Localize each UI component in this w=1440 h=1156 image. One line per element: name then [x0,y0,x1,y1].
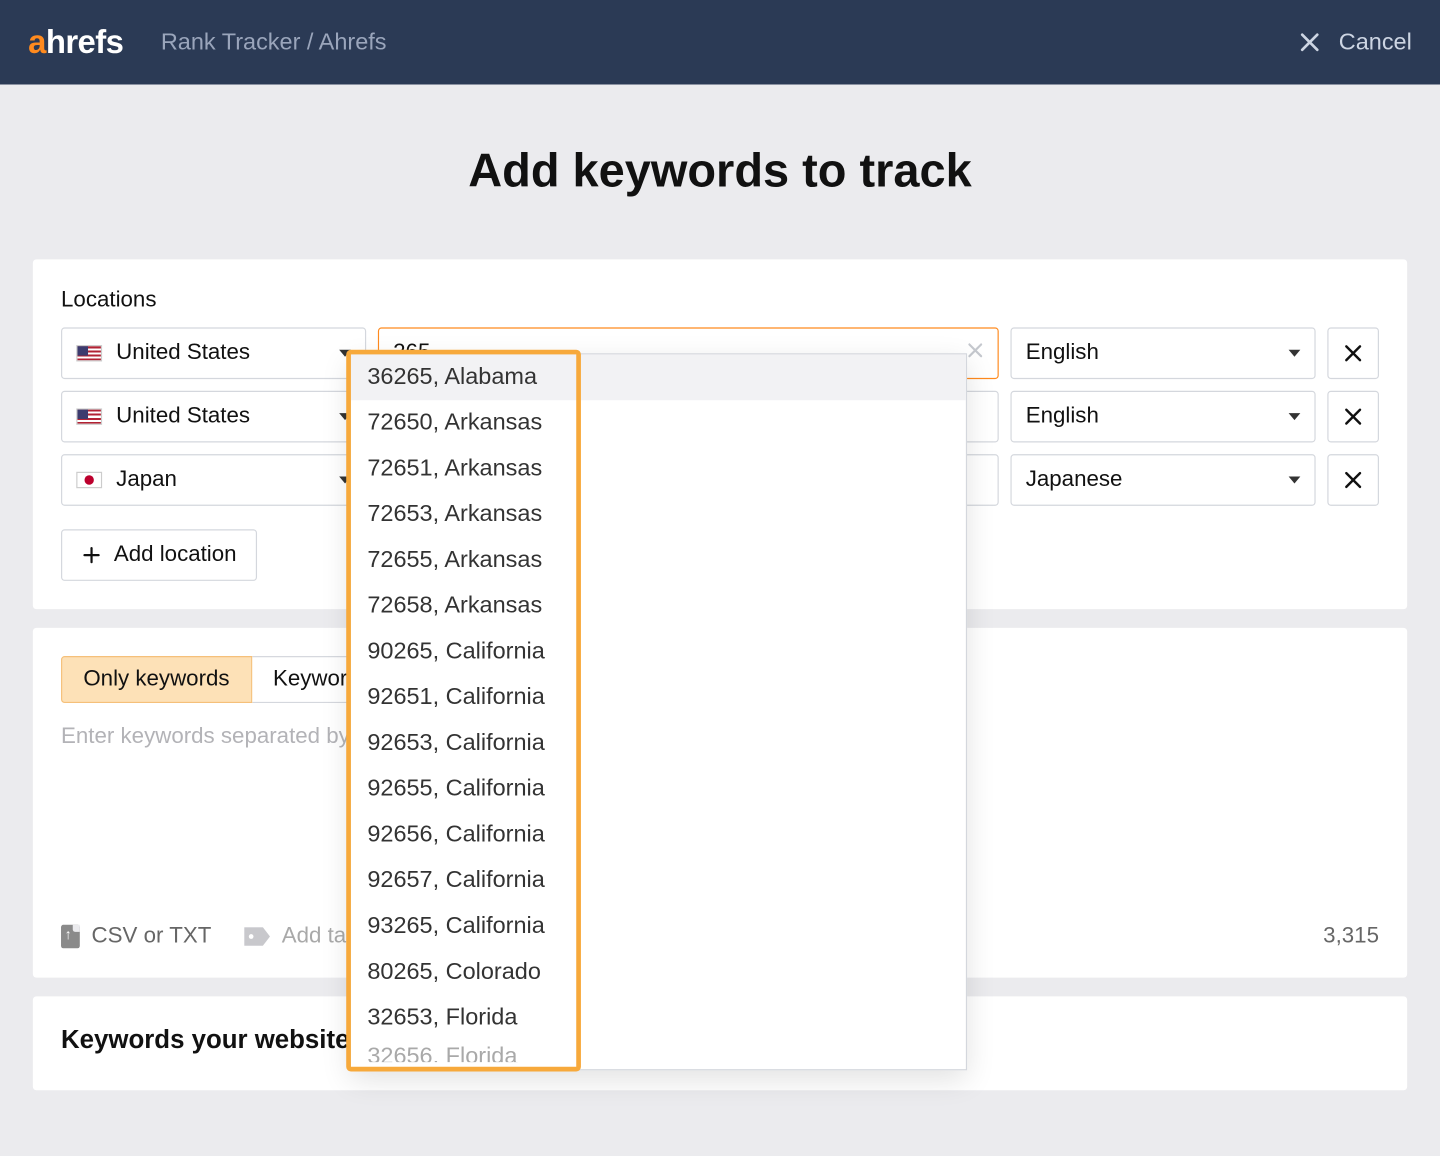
tab-only-keywords[interactable]: Only keywords [61,656,252,703]
chevron-down-icon [1289,350,1301,357]
close-icon [1341,342,1364,365]
suggestion-item[interactable]: 90265, California [351,629,966,675]
country-label: United States [116,340,250,366]
suggestion-item[interactable]: 80265, Colorado [351,949,966,995]
tag-icon [244,927,270,946]
language-select[interactable]: Japanese [1010,454,1315,506]
cancel-label: Cancel [1339,29,1412,56]
country-label: United States [116,404,250,430]
page-title: Add keywords to track [33,146,1407,199]
remove-location-button[interactable] [1327,391,1379,443]
close-icon [1341,405,1364,428]
chevron-down-icon [1289,476,1301,483]
app-header: ahrefs Rank Tracker / Ahrefs Cancel [0,0,1440,84]
add-location-label: Add location [114,542,237,568]
flag-us-icon [76,345,102,361]
header-left: ahrefs Rank Tracker / Ahrefs [28,23,386,61]
logo-a: a [28,23,46,61]
language-label: Japanese [1026,467,1123,493]
chevron-down-icon [1289,413,1301,420]
logo[interactable]: ahrefs [28,23,123,61]
suggestion-item[interactable]: 32656, Florida [351,1041,966,1062]
country-select[interactable]: United States [61,327,366,379]
suggestion-item[interactable]: 92651, California [351,675,966,721]
suggestion-item[interactable]: 72658, Arkansas [351,583,966,629]
suggestion-item[interactable]: 93265, California [351,904,966,950]
remove-location-button[interactable] [1327,327,1379,379]
plus-icon [81,545,102,566]
suggestion-item[interactable]: 32653, Florida [351,995,966,1041]
suggestion-item[interactable]: 72653, Arkansas [351,492,966,538]
file-upload-icon [61,925,80,948]
suggestion-item[interactable]: 72655, Arkansas [351,538,966,584]
flag-jp-icon [76,472,102,488]
close-icon [1341,468,1364,491]
language-label: English [1026,404,1099,430]
location-suggestions-dropdown: 36265, Alabama 72650, Arkansas 72651, Ar… [350,353,967,1070]
flag-us-icon [76,408,102,424]
suggestion-item[interactable]: 72651, Arkansas [351,446,966,492]
breadcrumb[interactable]: Rank Tracker / Ahrefs [161,29,387,56]
logo-rest: hrefs [46,23,123,61]
language-select[interactable]: English [1010,327,1315,379]
locations-card: Locations United States English [33,259,1407,609]
close-icon [1297,29,1323,55]
suggestion-item[interactable]: 36265, Alabama [351,354,966,400]
country-label: Japan [116,467,177,493]
add-location-button[interactable]: Add location [61,529,256,581]
country-select[interactable]: United States [61,391,366,443]
language-label: English [1026,340,1099,366]
suggestion-item[interactable]: 92653, California [351,721,966,767]
suggestion-item[interactable]: 92655, California [351,766,966,812]
country-select[interactable]: Japan [61,454,366,506]
cancel-button[interactable]: Cancel [1297,29,1412,56]
suggestion-item[interactable]: 92656, California [351,812,966,858]
upload-csv-button[interactable]: CSV or TXT [61,924,211,950]
suggestion-item[interactable]: 92657, California [351,858,966,904]
locations-label: Locations [61,288,1379,314]
remove-location-button[interactable] [1327,454,1379,506]
language-select[interactable]: English [1010,391,1315,443]
suggestion-item[interactable]: 72650, Arkansas [351,400,966,446]
keyword-count: 3,315 [1323,924,1379,950]
upload-label: CSV or TXT [92,924,212,950]
